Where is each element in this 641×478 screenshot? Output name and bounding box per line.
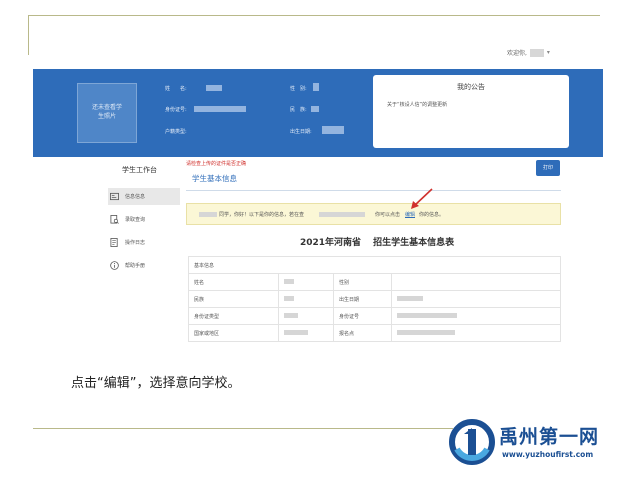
table-row: 国家或地区 报名点 <box>188 324 561 342</box>
gender-mask <box>313 83 319 91</box>
cell-value <box>391 324 561 342</box>
logo-title: 禹州第一网 <box>499 426 600 448</box>
form-title: 2021年河南省 招生学生基本信息表 <box>300 235 454 248</box>
cell-label: 出生日期 <box>333 290 392 308</box>
cell-label: 国家或地区 <box>188 324 279 342</box>
instruction-caption: 点击“编辑”，选择意向学校。 <box>71 376 241 391</box>
cell-value <box>391 307 561 325</box>
ethnicity-mask <box>311 106 319 112</box>
site-logo: 禹州第一网 www.yuzhoufirst.com <box>449 418 617 468</box>
sidebar-item-label: 信息信息 <box>125 194 146 200</box>
birthdate-label: 出生日期: <box>290 129 312 135</box>
left-divider <box>28 15 29 55</box>
print-button[interactable]: 打印 <box>536 160 560 176</box>
student-photo: 还未查看学 生照片 <box>77 83 137 143</box>
cell-label: 身份证类型 <box>188 307 279 325</box>
info-icon <box>110 261 119 270</box>
logo-emblem-icon <box>449 419 495 465</box>
notice-item[interactable]: 关于“核设人信”的调整更新 <box>387 101 447 108</box>
sidebar-item-label: 操作日志 <box>125 240 146 246</box>
tip-mask <box>319 212 365 217</box>
chevron-down-icon[interactable]: ▾ <box>547 49 550 56</box>
notice-title: 我的公告 <box>457 83 485 91</box>
birthdate-mask <box>322 126 344 134</box>
sidebar-item-info[interactable]: 信息信息 <box>108 188 180 205</box>
cell-label: 报名点 <box>333 324 392 342</box>
notice-panel: 我的公告 关于“核设人信”的调整更新 <box>373 75 569 148</box>
top-divider <box>28 15 600 16</box>
id-number-mask <box>194 106 246 112</box>
cell-value <box>278 324 334 342</box>
document-search-icon <box>110 215 119 224</box>
photo-text-line1: 还未查看学 <box>91 104 122 111</box>
section-title: 学生基本信息 <box>192 174 237 183</box>
red-arrow-icon <box>411 188 433 209</box>
tip-text-1: 同学，你好！以下是你的信息，若在查 <box>219 212 305 218</box>
sidebar-item-help[interactable]: 帮助手册 <box>108 257 180 274</box>
cell-value <box>391 290 561 308</box>
household-type-label: 户籍类型: <box>165 129 187 135</box>
id-number-label: 身份证号: <box>165 107 187 113</box>
log-icon <box>110 238 118 247</box>
cell-value <box>391 273 561 291</box>
cell-label: 身份证号 <box>333 307 392 325</box>
table-row: 身份证类型 身份证号 <box>188 307 561 325</box>
table-row: 民族 出生日期 <box>188 290 561 308</box>
student-name-mask <box>199 212 217 217</box>
cell-value <box>278 290 334 308</box>
sidebar-item-label: 帮助手册 <box>125 263 146 269</box>
section-divider <box>186 190 561 191</box>
photo-text-line2: 生照片 <box>97 113 116 120</box>
tip-text-2: 你可以点击 <box>375 212 401 218</box>
cell-label: 性别 <box>333 273 392 291</box>
table-section-label: 基本信息 <box>188 256 561 274</box>
sidebar-item-label: 录取查询 <box>125 217 146 223</box>
form-title-right: 招生学生基本信息表 <box>373 238 455 248</box>
tip-text-3: 你的信息。 <box>419 212 445 218</box>
table-row: 基本信息 <box>188 256 561 274</box>
welcome-area[interactable]: 欢迎你, ▾ <box>507 48 550 57</box>
cell-label: 民族 <box>188 290 279 308</box>
username-mask <box>529 48 544 57</box>
logo-url: www.yuzhoufirst.com <box>502 450 594 459</box>
form-title-left: 2021年河南省 <box>300 238 362 248</box>
sidebar-item-log[interactable]: 操作日志 <box>108 234 180 251</box>
bottom-divider <box>33 428 453 429</box>
cell-value <box>278 307 334 325</box>
table-row: 姓名 性别 <box>188 273 561 291</box>
gender-label: 性 别: <box>290 86 307 92</box>
upload-hint: 请检查上传的证件是否正确 <box>186 161 247 167</box>
ethnicity-label: 民 族: <box>290 107 307 113</box>
id-card-icon <box>110 192 119 201</box>
student-info-table: 基本信息 姓名 性别 民族 出生日期 身份证类型 身份证号 国家或地区 报名点 <box>188 256 561 342</box>
tip-bar: 同学，你好！以下是你的信息，若在查 你可以点击 编辑 你的信息。 <box>186 203 561 225</box>
sidebar-item-admission[interactable]: 录取查询 <box>108 211 180 228</box>
edit-link[interactable]: 编辑 <box>405 211 415 218</box>
name-label: 姓 名: <box>165 86 187 92</box>
sidebar-title: 学生工作台 <box>122 166 157 174</box>
cell-value <box>278 273 334 291</box>
cell-label: 姓名 <box>188 273 279 291</box>
name-mask <box>206 85 222 91</box>
welcome-label: 欢迎你, <box>507 50 527 57</box>
